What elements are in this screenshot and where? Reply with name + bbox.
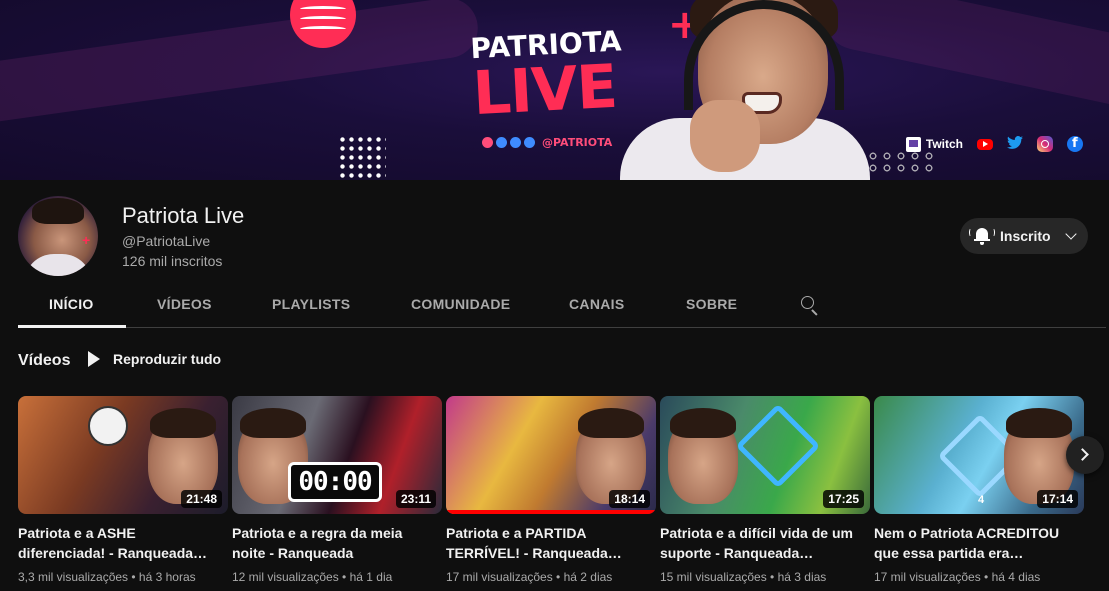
tab-community[interactable]: COMUNIDADE [411, 296, 510, 312]
video-card[interactable]: 18:14 Patriota e a PARTIDA TERRÍVEL! - R… [446, 396, 656, 584]
channel-handle: @PatriotaLive [122, 233, 211, 249]
banner-handle-text: @PATRIOTA [542, 136, 613, 149]
video-thumbnail[interactable]: 18:14 [446, 396, 656, 514]
section-title[interactable]: Vídeos [18, 352, 70, 370]
tab-home[interactable]: INÍCIO [49, 296, 94, 312]
video-views: 3,3 mil visualizações [18, 570, 129, 584]
video-card[interactable]: 4 17:14 Nem o Patriota ACREDITOU que ess… [874, 396, 1084, 584]
banner-handle: @PATRIOTA [482, 136, 612, 149]
video-title[interactable]: Patriota e a ASHE diferenciada! - Ranque… [18, 523, 220, 563]
video-title[interactable]: Patriota e a regra da meia noite - Ranqu… [232, 523, 434, 563]
video-views: 15 mil visualizações [660, 570, 767, 584]
subscriber-count: 126 mil inscritos [122, 253, 223, 269]
timer-graphic: 00:00 [288, 462, 382, 502]
video-meta: 15 mil visualizações • há 3 dias [660, 570, 827, 584]
video-title[interactable]: Nem o Patriota ACREDITOU que essa partid… [874, 523, 1076, 563]
video-thumbnail[interactable]: 00:00 23:11 [232, 396, 442, 514]
facebook-icon [524, 137, 535, 148]
twitch-link[interactable]: Twitch [905, 136, 963, 152]
chevron-right-icon [1076, 448, 1089, 461]
channel-banner: + PATRIOTA LIVE @PATRIOTA Twitch [0, 0, 1109, 180]
video-title[interactable]: Patriota e a PARTIDA TERRÍVEL! - Ranquea… [446, 523, 648, 563]
twitter-icon [510, 137, 521, 148]
tab-videos[interactable]: VÍDEOS [157, 296, 212, 312]
video-duration: 17:25 [823, 490, 864, 508]
banner-stripe [0, 0, 482, 126]
banner-logo-line2: LIVE [471, 51, 619, 130]
video-title[interactable]: Patriota e a difícil vida de um suporte … [660, 523, 862, 563]
troll-face-image [88, 406, 128, 446]
banner-social-links: Twitch [905, 136, 1083, 152]
channel-name: Patriota Live [122, 203, 245, 228]
video-thumbnail[interactable]: 17:25 [660, 396, 870, 514]
banner-ring-grid [866, 150, 936, 174]
tiktok-icon [496, 137, 507, 148]
banner-dot-grid [338, 135, 386, 179]
subscribed-button[interactable]: Inscrito [960, 218, 1088, 254]
video-card[interactable]: 21:48 Patriota e a ASHE diferenciada! - … [18, 396, 228, 584]
video-duration: 23:11 [395, 490, 436, 508]
instagram-icon [482, 137, 493, 148]
video-age: há 4 dias [991, 570, 1041, 584]
chevron-down-icon [1064, 228, 1077, 240]
video-meta: 3,3 mil visualizações • há 3 horas [18, 570, 196, 584]
video-duration: 18:14 [609, 490, 650, 508]
channel-avatar[interactable]: + [18, 196, 98, 276]
tab-playlists[interactable]: PLAYLISTS [272, 296, 350, 312]
banner-streamer-image [620, 0, 870, 180]
video-views: 17 mil visualizações [874, 570, 981, 584]
banner-logo: PATRIOTA LIVE [470, 24, 634, 130]
video-views: 17 mil visualizações [446, 570, 553, 584]
tab-about[interactable]: SOBRE [686, 296, 737, 312]
channel-tabs: INÍCIO VÍDEOS PLAYLISTS COMUNIDADE CANAI… [18, 282, 1106, 328]
video-age: há 2 dias [563, 570, 613, 584]
video-meta: 12 mil visualizações • há 1 dia [232, 570, 393, 584]
bell-icon [969, 226, 995, 246]
twitter-icon[interactable] [1007, 136, 1023, 152]
video-card[interactable]: 00:00 23:11 Patriota e a regra da meia n… [232, 396, 442, 584]
video-meta: 17 mil visualizações • há 2 dias [446, 570, 613, 584]
instagram-icon[interactable] [1037, 136, 1053, 152]
tab-channels[interactable]: CANAIS [569, 296, 624, 312]
twitch-label: Twitch [925, 137, 963, 151]
twitch-icon [905, 136, 921, 152]
youtube-icon[interactable] [977, 138, 993, 150]
search-icon[interactable] [800, 295, 820, 316]
next-arrow-button[interactable] [1066, 436, 1104, 474]
play-icon [88, 351, 100, 367]
video-views: 12 mil visualizações [232, 570, 339, 584]
rank-badge-number: 4 [978, 494, 985, 506]
watch-progress-bar [446, 510, 656, 514]
video-meta: 17 mil visualizações • há 4 dias [874, 570, 1041, 584]
video-card[interactable]: 17:25 Patriota e a difícil vida de um su… [660, 396, 870, 584]
video-age: há 3 horas [138, 570, 196, 584]
video-duration: 21:48 [181, 490, 222, 508]
video-thumbnail[interactable]: 21:48 [18, 396, 228, 514]
facebook-icon[interactable] [1067, 136, 1083, 152]
video-age: há 3 dias [777, 570, 827, 584]
active-tab-indicator [18, 325, 126, 328]
video-duration: 17:14 [1037, 490, 1078, 508]
play-all-button[interactable]: Reproduzir tudo [88, 351, 221, 367]
video-age: há 1 dia [349, 570, 393, 584]
play-all-label: Reproduzir tudo [113, 351, 222, 367]
subscribed-label: Inscrito [1000, 228, 1051, 244]
video-thumbnail[interactable]: 4 17:14 [874, 396, 1084, 514]
